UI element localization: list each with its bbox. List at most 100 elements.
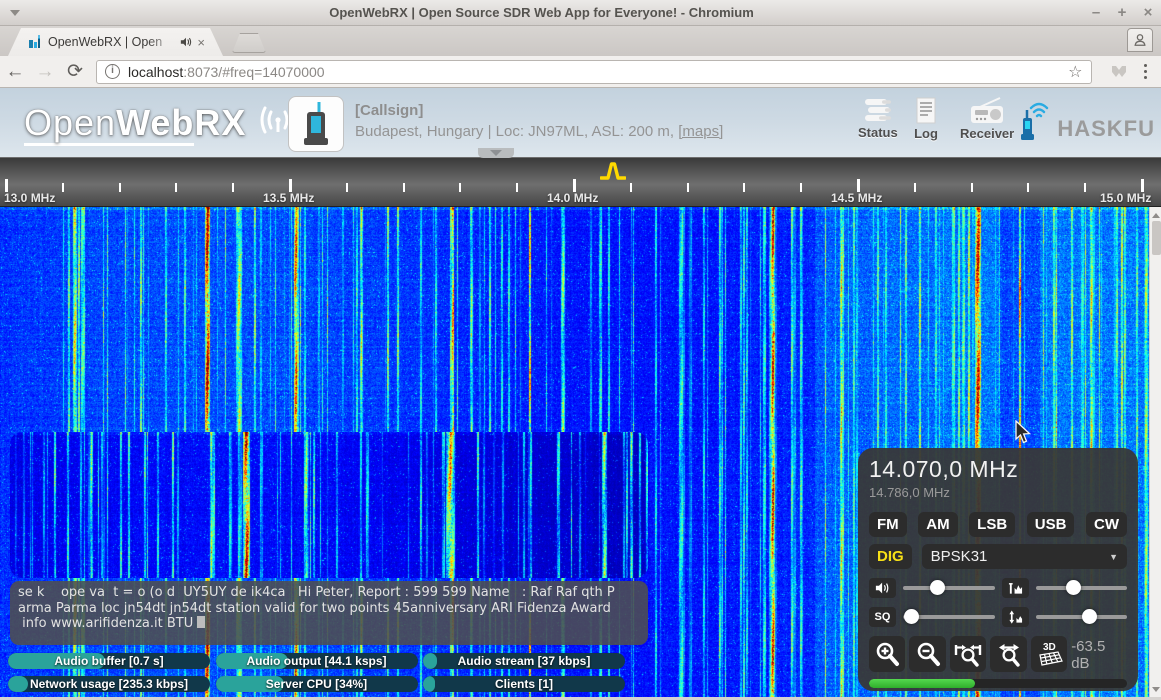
scrollbar-down-icon[interactable] [1150,683,1161,695]
zoom-out-icon [915,641,941,667]
squelch-slider[interactable] [903,609,995,625]
mode-fm-button[interactable]: FM [869,512,907,537]
maps-link[interactable]: [maps] [678,123,723,140]
window-titlebar[interactable]: OpenWebRX | Open Source SDR Web App for … [0,0,1161,26]
tab-title: OpenWebRX | Open [48,35,180,49]
zoom-full-button[interactable] [990,636,1026,672]
nav-receiver[interactable]: Receiver [960,97,1014,141]
browser-menu-icon[interactable] [1144,64,1148,80]
handheld-radio-icon [297,102,335,146]
decode-line: arma Parma loc jn54dt jn54dt station val… [18,601,640,617]
close-button[interactable]: × [1135,3,1161,23]
zoom-out-button[interactable] [909,636,945,672]
waterfall-max-slider[interactable] [1036,580,1128,596]
squelch-button[interactable]: SQ [869,607,896,627]
smeter-db-value: -63.5 dB [1071,638,1127,672]
tuner-bandpass-icon[interactable] [600,161,626,181]
waterfall-min-thumb[interactable] [1082,609,1097,624]
bookmark-star-icon[interactable]: ☆ [1068,62,1082,82]
header-collapse-button[interactable] [478,148,514,158]
zoom-selection-button[interactable] [950,636,986,672]
window-title: OpenWebRX | Open Source SDR Web App for … [0,5,1083,20]
haskfu-brand-name: HASKFU [1057,116,1155,142]
decode-line-text: info www.arifidenza.it BTU [18,616,197,631]
status-bar: Network usage [235.3 kbps] [8,676,210,692]
mode-dig-button[interactable]: DIG [869,544,912,569]
volume-slider[interactable] [903,580,995,596]
zoom-in-button[interactable] [869,636,905,672]
squelch-slider-thumb[interactable] [904,609,919,624]
tuned-frequency[interactable]: 14.070,0 MHz [869,456,1127,483]
waterfall-3d-button[interactable]: 3D [1031,636,1067,672]
forward-button[interactable]: → [30,61,60,83]
scale-tick [1084,183,1086,192]
back-button[interactable]: ← [0,61,30,83]
mouse-cursor [1014,420,1034,446]
frequency-scale[interactable]: 13.0 MHz13.5 MHz14.0 MHz14.5 MHz15.0 MHz [0,158,1161,207]
scale-tick [232,183,234,192]
url-path: :8073/#freq=14070000 [183,64,1068,80]
scrollbar-thumb[interactable] [1152,221,1161,255]
digimode-waterfall-panel[interactable] [10,432,648,578]
scale-label: 15.0 MHz [1100,191,1151,205]
chevron-down-icon [490,150,502,156]
tab-close-icon[interactable]: × [197,35,205,50]
waterfall-area[interactable]: se k ope va t = o (o d UY5UY de ik4ca Hi… [0,207,1161,697]
scale-tick [687,183,689,192]
tab-openwebrx[interactable]: OpenWebRX | Open × [8,28,223,56]
receiver-avatar [288,96,344,152]
window-menu-icon[interactable] [10,10,20,16]
browser-toolbar: ← → ⟳ i localhost :8073/#freq=14070000 ☆ [0,56,1161,88]
scale-tick [800,183,802,192]
waterfall-max-level-button[interactable] [1002,578,1029,598]
haskfu-logo: HASKFU [1017,102,1155,142]
scale-label: 14.5 MHz [831,191,882,205]
tab-strip: OpenWebRX | Open × [0,26,1161,56]
url-bar[interactable]: i localhost :8073/#freq=14070000 ☆ [96,60,1092,84]
zoom-in-icon [874,641,900,667]
minimize-button[interactable]: – [1083,3,1109,23]
zoom-full-icon [995,641,1023,667]
nav-log[interactable]: Log [913,97,939,141]
smeter-fill [869,679,975,688]
scale-tick [403,183,405,192]
tab-favicon [28,35,42,49]
site-info-icon[interactable]: i [105,64,120,79]
waterfall-max-thumb[interactable] [1066,580,1081,595]
page-scrollbar[interactable] [1149,207,1161,697]
chevron-down-icon: ▼ [1109,552,1118,562]
mode-cw-button[interactable]: CW [1086,512,1127,537]
waterfall-3d-icon: 3D [1034,641,1064,668]
nav-status[interactable]: Status [858,97,898,140]
digimode-decode-panel: se k ope va t = o (o d UY5UY de ik4ca Hi… [10,581,648,645]
receiver-location-text: Budapest, Hungary | Loc: JN97ML, ASL: 20… [355,123,678,140]
digimode-selected-value: BPSK31 [931,548,988,565]
profile-button[interactable] [1127,28,1153,52]
scale-label: 14.0 MHz [547,191,598,205]
waterfall-min-slider[interactable] [1036,609,1128,625]
center-frequency: 14.786,0 MHz [869,485,1127,500]
scrollbar-up-icon[interactable] [1150,209,1161,221]
status-bar: Audio buffer [0.7 s] [8,653,210,669]
digimode-select[interactable]: BPSK31 ▼ [922,544,1127,569]
new-tab-button[interactable] [232,33,266,53]
digimode-waterfall [10,432,648,578]
mode-usb-button[interactable]: USB [1027,512,1075,537]
logo-open: Open [24,102,116,146]
mode-lsb-button[interactable]: LSB [969,512,1015,537]
mode-buttons: FM AM LSB USB CW [869,512,1127,537]
receiver-callsign: [Callsign] [355,102,723,119]
mode-am-button[interactable]: AM [918,512,957,537]
waterfall-range-button[interactable] [1002,607,1029,627]
volume-slider-thumb[interactable] [930,580,945,595]
receiver-control-panel: 14.070,0 MHz 14.786,0 MHz FM AM LSB USB … [858,448,1138,691]
maximize-button[interactable]: + [1109,3,1135,23]
reload-button[interactable]: ⟳ [60,60,90,83]
receiver-details: [Callsign] Budapest, Hungary | Loc: JN97… [355,102,723,140]
tab-audio-icon[interactable] [180,36,192,48]
receiver-location: Budapest, Hungary | Loc: JN97ML, ASL: 20… [355,123,723,140]
scale-label: 13.0 MHz [4,191,55,205]
waterfall-max-icon [1008,582,1023,595]
extension-icon[interactable] [1110,63,1128,81]
mute-button[interactable] [869,578,896,598]
